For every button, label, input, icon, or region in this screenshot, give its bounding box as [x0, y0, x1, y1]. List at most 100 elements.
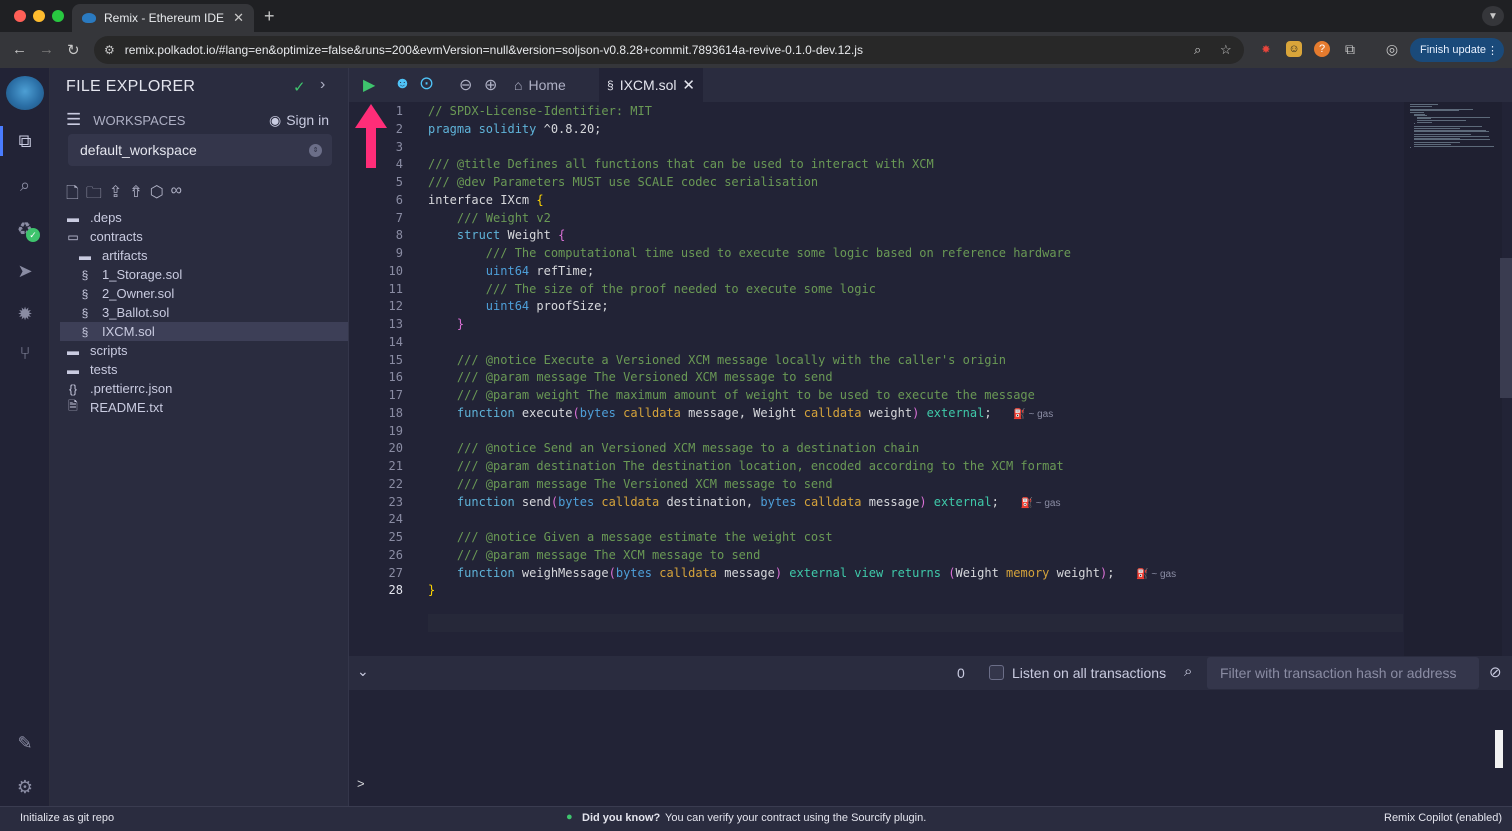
- minimap-line: [1410, 147, 1411, 149]
- zoom-icon[interactable]: ⌕: [1194, 42, 1201, 58]
- sign-in-button[interactable]: ◉ Sign in: [269, 112, 329, 129]
- browser-toolbar: ← → ↻ ⚙ remix.polkadot.io/#lang=en&optim…: [0, 32, 1512, 68]
- zoom-in-icon[interactable]: ⊕: [484, 75, 497, 95]
- file-tree-item[interactable]: ▬ .deps: [60, 208, 348, 227]
- vertical-scrollbar[interactable]: [1500, 258, 1512, 398]
- line-number: 24: [388, 512, 403, 527]
- chevron-right-icon[interactable]: ›: [320, 76, 325, 94]
- tab-search-chevron-icon[interactable]: ▼: [1482, 6, 1504, 26]
- import-link-icon[interactable]: ∞: [171, 182, 182, 209]
- minimap[interactable]: [1404, 102, 1502, 656]
- listen-checkbox[interactable]: [989, 665, 1004, 680]
- debugger-bug-icon[interactable]: ✹: [12, 301, 38, 327]
- line-number: 16: [388, 370, 403, 385]
- tab-home[interactable]: ⌂ Home: [514, 68, 566, 102]
- file-tree-item[interactable]: ▬ tests: [60, 360, 348, 379]
- browser-tab[interactable]: Remix - Ethereum IDE ✕: [72, 4, 254, 32]
- file-icon: 🗎: [68, 399, 78, 413]
- reload-icon[interactable]: ↻: [67, 41, 80, 59]
- panel-title: FILE EXPLORER: [66, 78, 196, 95]
- code-line: function execute(bytes calldata message,…: [456, 405, 1054, 420]
- maximize-window-button[interactable]: [52, 10, 64, 22]
- site-settings-icon[interactable]: ⚙: [104, 43, 115, 57]
- minimap-line: [1413, 131, 1490, 133]
- bookmark-star-icon[interactable]: ☆: [1220, 42, 1232, 58]
- file-tree-item[interactable]: § 2_Owner.sol: [60, 284, 348, 303]
- file-tree-item[interactable]: {} .prettierrc.json: [60, 379, 348, 398]
- file-explorer-icon[interactable]: ⧉: [12, 128, 38, 154]
- copilot-status[interactable]: Remix Copilot (enabled): [1384, 812, 1502, 824]
- clear-console-icon[interactable]: ⊘: [1489, 663, 1502, 681]
- address-bar[interactable]: ⚙ remix.polkadot.io/#lang=en&optimize=fa…: [94, 36, 1244, 64]
- extension-icon[interactable]: ?: [1314, 41, 1330, 57]
- deploy-run-icon[interactable]: ➤: [12, 258, 38, 284]
- settings-gear-icon[interactable]: ⚙: [12, 774, 38, 800]
- plugin-manager-icon[interactable]: ✎: [12, 730, 38, 756]
- zoom-out-icon[interactable]: ⊖: [459, 75, 472, 95]
- new-tab-button[interactable]: +: [264, 6, 275, 27]
- minimap-line: [1413, 145, 1494, 147]
- upload-folder-icon[interactable]: ⇮: [129, 182, 142, 209]
- line-number: 20: [388, 441, 403, 456]
- forward-arrow-icon[interactable]: →: [39, 41, 54, 58]
- file-tree-item[interactable]: 🗎 README.txt: [60, 398, 348, 417]
- code-line: /// @dev Parameters MUST use SCALE codec…: [428, 175, 819, 189]
- github-icon: ◉: [268, 111, 282, 128]
- search-icon[interactable]: ⌕: [12, 172, 38, 198]
- file-explorer-panel: FILE EXPLORER ✓ › ☰ WORKSPACES ◉ Sign in …: [50, 68, 349, 806]
- file-tree-item[interactable]: § 1_Storage.sol: [60, 265, 348, 284]
- upload-file-icon[interactable]: ⇪: [109, 182, 122, 209]
- finish-update-button[interactable]: Finish update ⋮: [1410, 38, 1504, 62]
- solidity-compiler-icon[interactable]: ♻ ✓: [12, 216, 40, 242]
- file-tree-item[interactable]: ▬ artifacts: [60, 246, 348, 265]
- minimize-window-button[interactable]: [33, 10, 45, 22]
- profile-icon[interactable]: ◎: [1384, 41, 1400, 57]
- solidity-file-icon: §: [607, 78, 614, 92]
- file-tree-item[interactable]: § 3_Ballot.sol: [60, 303, 348, 322]
- code-line: uint64 refTime;: [485, 263, 595, 278]
- git-icon[interactable]: ⑂: [12, 340, 38, 366]
- url-text: remix.polkadot.io/#lang=en&optimize=fals…: [124, 43, 863, 57]
- terminal-output[interactable]: >: [349, 690, 1512, 806]
- minimap-line: [1413, 139, 1491, 141]
- file-icon: §: [81, 267, 89, 282]
- file-tree-item[interactable]: ▬ scripts: [60, 341, 348, 360]
- tab-ixcm-sol[interactable]: § IXCM.sol ✕: [599, 68, 703, 102]
- extension-icon[interactable]: ☺: [1286, 41, 1302, 57]
- terminal-prompt: >: [357, 776, 365, 791]
- collapse-terminal-icon[interactable]: ⌄: [357, 663, 369, 680]
- back-arrow-icon[interactable]: ←: [12, 41, 27, 58]
- close-tab-icon[interactable]: ✕: [233, 10, 244, 26]
- file-tree: ▬ .deps ▭ contracts ▬ artifacts § 1_Storage.sol…: [60, 208, 348, 417]
- run-play-icon[interactable]: ▶: [363, 75, 375, 95]
- file-tree-item[interactable]: ▭ contracts: [60, 227, 348, 246]
- code-editor[interactable]: 1// SPDX-License-Identifier: MIT 2 pragma …: [349, 102, 1404, 656]
- code-line: function weighMessage(bytes calldata mes…: [456, 565, 1177, 580]
- line-number: 27: [388, 565, 403, 580]
- workspace-select[interactable]: default_workspace ⇕: [68, 134, 332, 166]
- remix-logo-icon[interactable]: [6, 76, 44, 110]
- ai-robot-icon[interactable]: ☻: [394, 75, 411, 93]
- workspace-selected-value: default_workspace: [80, 142, 197, 158]
- filter-input[interactable]: Filter with transaction hash or address: [1207, 657, 1479, 689]
- terminal-scrollbar[interactable]: [1495, 730, 1503, 768]
- line-number: 11: [388, 281, 403, 296]
- code-line: }: [456, 317, 465, 331]
- close-window-button[interactable]: [14, 10, 26, 22]
- annotation-arrow-icon: [355, 104, 387, 168]
- new-folder-icon[interactable]: 🗀: [86, 182, 102, 209]
- file-tree-item[interactable]: § IXCM.sol: [60, 322, 348, 341]
- toggle-switch-icon[interactable]: ⊙: [419, 73, 434, 94]
- git-init-link[interactable]: Initialize as git repo: [20, 812, 114, 824]
- close-tab-icon[interactable]: ✕: [682, 76, 695, 94]
- file-explorer-toolbar: 🗋 🗀 ⇪ ⇮ ⬡ ∞: [66, 182, 182, 209]
- hamburger-menu-icon[interactable]: ☰: [66, 110, 81, 130]
- code-line: /// @param destination The destination l…: [456, 459, 1064, 473]
- code-line: uint64 proofSize;: [485, 299, 609, 314]
- gist-cube-icon[interactable]: ⬡: [150, 182, 164, 209]
- extension-icon[interactable]: ✸: [1258, 41, 1274, 57]
- code-line: pragma solidity ^0.8.20;: [428, 121, 602, 136]
- line-number: 7: [395, 210, 403, 225]
- new-file-icon[interactable]: 🗋: [66, 182, 79, 209]
- extensions-puzzle-icon[interactable]: ⧉: [1342, 41, 1358, 57]
